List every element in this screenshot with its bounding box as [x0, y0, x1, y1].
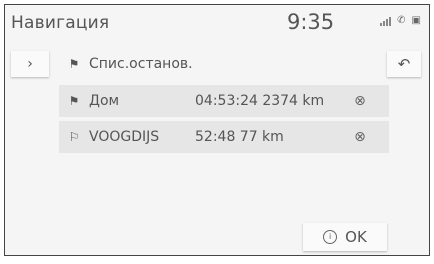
- stop-name: Дом: [89, 93, 120, 109]
- screen-title: Навигация: [11, 13, 110, 33]
- waypoint-flag-icon: ⚐: [68, 130, 80, 144]
- back-button[interactable]: ↶: [387, 51, 421, 77]
- list-item[interactable]: ⚑ Дом 04:53:24 2374 km ⊗: [59, 85, 389, 117]
- stop-name: VOOGDIJS: [89, 129, 160, 145]
- stop-eta-distance: 04:53:24 2374 km: [195, 93, 325, 109]
- battery-icon: ▣: [411, 15, 421, 26]
- status-bar: ✆ ▣: [380, 16, 421, 26]
- delete-stop-button[interactable]: ⊗: [345, 124, 375, 150]
- destination-flag-icon: ⚑: [68, 94, 80, 108]
- chevron-right-icon: ›: [27, 56, 33, 72]
- delete-stop-button[interactable]: ⊗: [345, 88, 375, 114]
- list-item[interactable]: ⚐ VOOGDIJS 52:48 77 km ⊗: [59, 121, 389, 153]
- side-menu-button[interactable]: ›: [11, 51, 49, 77]
- stop-eta-distance: 52:48 77 km: [195, 129, 284, 145]
- stop-list-header: ⚑ Спис.останов.: [59, 51, 319, 77]
- flag-list-icon: ⚑: [68, 57, 80, 71]
- signal-bars-icon: [380, 17, 392, 26]
- navigation-screen: Навигация 9:35 ✆ ▣ › ⚑ Спис.останов. ↶ ⚑…: [4, 4, 430, 256]
- ok-label: OK: [345, 228, 367, 246]
- info-circle-icon: i: [323, 230, 338, 244]
- phone-status-icon: ✆: [397, 15, 406, 26]
- back-return-icon: ↶: [397, 55, 411, 73]
- clock: 9:35: [287, 10, 335, 34]
- ok-button[interactable]: i OK: [303, 223, 387, 251]
- stop-list-label: Спис.останов.: [89, 56, 193, 72]
